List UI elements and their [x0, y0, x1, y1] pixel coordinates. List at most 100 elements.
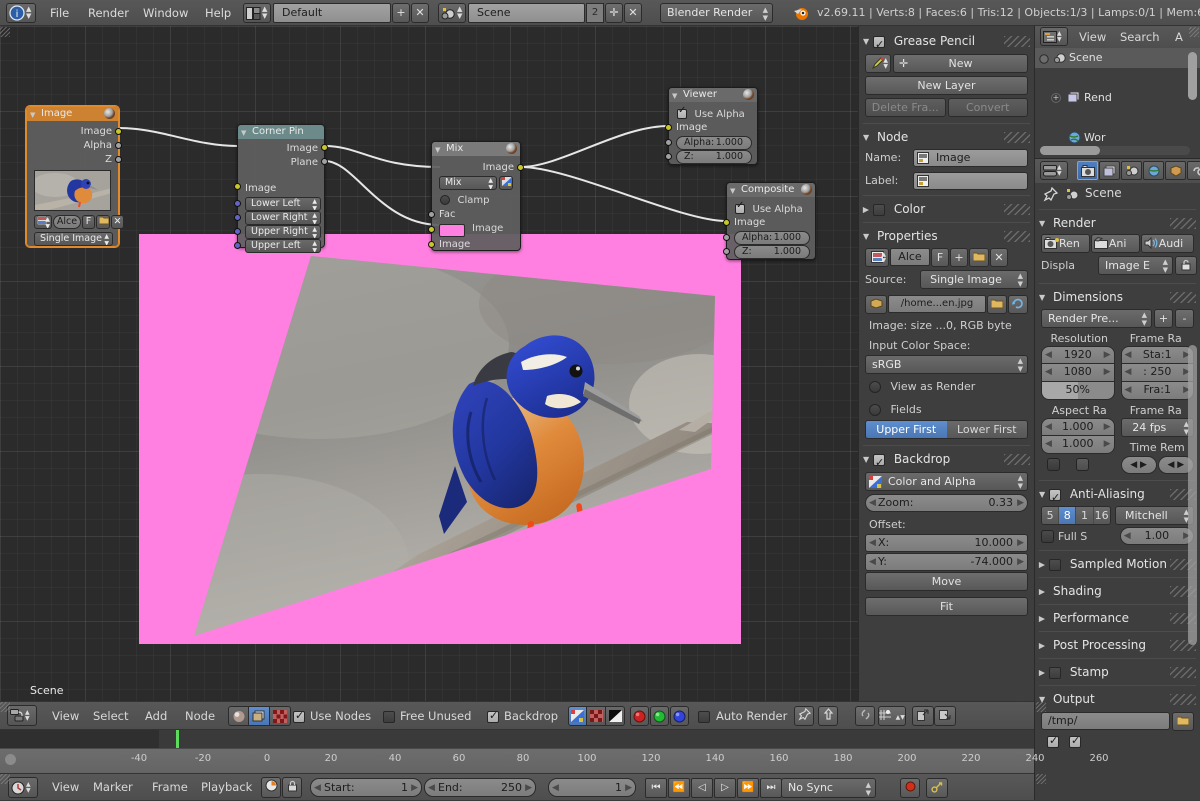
screen-layout-name[interactable]: Default: [273, 3, 391, 23]
outliner-menu-search[interactable]: Search: [1120, 26, 1160, 48]
panel-backdrop[interactable]: ▼ Backdrop: [859, 448, 1034, 474]
socket-plane-out[interactable]: [321, 158, 328, 165]
menu-render[interactable]: Render: [88, 0, 129, 26]
link-icon[interactable]: [855, 706, 875, 726]
z-icon[interactable]: [606, 706, 625, 726]
backdrop-fit-button[interactable]: Fit: [865, 597, 1028, 616]
free-unused-checkbox[interactable]: [383, 710, 395, 723]
resolution-y-field[interactable]: ◀ 1080 ▶: [1041, 364, 1115, 382]
grease-pencil-icon[interactable]: ▲ ▼: [865, 54, 891, 73]
panel-properties[interactable]: ▼ Properties: [859, 225, 1034, 247]
jump-end-icon[interactable]: ⏭: [760, 778, 782, 798]
blend-mode-dropdown[interactable]: Mix ▲ ▼: [439, 176, 497, 190]
area-corner-grip[interactable]: [0, 27, 10, 37]
folder-icon[interactable]: [1172, 712, 1194, 731]
upper-first-option[interactable]: Upper First: [866, 421, 947, 438]
output-path-field[interactable]: /tmp/: [1041, 712, 1170, 730]
panel-render[interactable]: ▼ Render: [1035, 212, 1200, 234]
socket-image-in[interactable]: [234, 183, 241, 190]
input-upper-left[interactable]: Upper Left ▲ ▼: [245, 239, 321, 253]
node-header[interactable]: ▼ Corner Pin: [238, 125, 324, 139]
new-grease-pencil-button[interactable]: ✛ New: [893, 54, 1028, 73]
backdrop-channel-dropdown[interactable]: Color and Alpha ▲ ▼: [865, 472, 1028, 491]
socket-upper-left[interactable]: [234, 242, 241, 249]
view-as-render-row[interactable]: View as Render: [869, 380, 1034, 393]
paste-icon[interactable]: [934, 706, 956, 726]
frame-end-field[interactable]: ◀ End: 250 ▶: [424, 778, 536, 797]
image-filepath-row[interactable]: /home...en.jpg: [865, 295, 1028, 314]
frame-start-field[interactable]: ◀ Sta:1 ▶: [1120, 346, 1194, 364]
panel-stamp[interactable]: ▼ Stamp: [1035, 661, 1200, 683]
render-tab-icon[interactable]: [1077, 161, 1098, 180]
socket-image2-in[interactable]: [428, 241, 435, 248]
renderlayers-tab-icon[interactable]: [1099, 161, 1120, 180]
collapse-triangle-icon[interactable]: ▼: [1039, 287, 1045, 309]
outliner-menu-view[interactable]: View: [1079, 26, 1106, 48]
resolution-x-field[interactable]: ◀ 1920 ▶: [1041, 346, 1115, 364]
node-corner-pin[interactable]: ▼ Corner Pin Image Plane Image Lower Lef…: [234, 124, 328, 253]
socket-alpha-out[interactable]: [115, 142, 122, 149]
outliner-icon[interactable]: ▲ ▼: [1040, 27, 1068, 46]
copy-icon[interactable]: [912, 706, 934, 726]
socket-alpha-in[interactable]: [665, 139, 672, 146]
socket-z-in[interactable]: [665, 153, 672, 160]
chevron-down-icon[interactable]: [1039, 51, 1049, 71]
menu-file[interactable]: File: [50, 0, 69, 26]
blue-channel-icon[interactable]: [670, 706, 689, 726]
channel-toggle[interactable]: [568, 706, 625, 726]
socket-fac-in[interactable]: [428, 211, 435, 218]
node-viewer[interactable]: ▼ Viewer ✓ Use Alpha Image Alpha: 1.000 …: [665, 87, 758, 165]
backdrop-move-button[interactable]: Move: [865, 572, 1028, 591]
node-properties-panel[interactable]: ▼ Grease Pencil ▲▼ ✛ New New Layer Delet…: [858, 26, 1034, 701]
collapse-triangle-icon[interactable]: ▼: [672, 90, 677, 103]
mix-color-swatch[interactable]: [439, 224, 465, 237]
node-composite[interactable]: ▼ Composite ✓ Use Alpha Image Alpha: 1.0…: [723, 182, 816, 260]
timeline-icon[interactable]: ▲ ▼: [8, 777, 38, 798]
play-icon[interactable]: ▷: [714, 778, 736, 798]
clamp-row[interactable]: Clamp: [440, 193, 489, 206]
image-source-dropdown[interactable]: Single Image ▲ ▼: [920, 270, 1028, 289]
render-preset-dropdown[interactable]: Render Pre... ▲ ▼: [1041, 309, 1152, 328]
socket-image-in[interactable]: [723, 219, 730, 226]
collapse-triangle-icon[interactable]: ▼: [435, 144, 440, 157]
render-preset-row[interactable]: Render Pre... ▲ ▼ + -: [1041, 309, 1194, 328]
outliner-filter-text[interactable]: A: [1175, 26, 1183, 48]
compositing-icon[interactable]: [249, 706, 270, 726]
timeline-ruler[interactable]: -40 -20 0 20 40 60 80 100 120 140 160 18…: [0, 748, 1109, 774]
new-layer-button[interactable]: New Layer: [865, 76, 1028, 95]
image-filepath-field[interactable]: /home...en.jpg: [888, 295, 986, 313]
outliner-vscroll-thumb[interactable]: [1188, 52, 1197, 100]
socket-image-out[interactable]: [517, 164, 524, 171]
add-preset-button[interactable]: +: [1154, 309, 1173, 328]
gp-actions-row[interactable]: Delete Fra... Convert: [865, 98, 1028, 117]
color-alpha-icon[interactable]: [568, 706, 587, 726]
area-corner-grip[interactable]: [1189, 27, 1199, 37]
playback-transport[interactable]: ⏮ ⏪ ◁ ▷ ⏩ ⏭: [645, 778, 782, 798]
node-menu-node[interactable]: Node: [185, 702, 215, 730]
current-frame-field[interactable]: ◀ 1 ▶: [548, 778, 636, 797]
next-keyframe-icon[interactable]: ⏩: [737, 778, 759, 798]
border-checkbox[interactable]: [1047, 458, 1060, 471]
aa-sample-8[interactable]: 8: [1059, 507, 1077, 524]
aa-full-sample-row[interactable]: Full S ◀ 1.00 ▶: [1041, 527, 1194, 545]
use-alpha-checkbox[interactable]: ✓: [735, 200, 745, 214]
output-path-row[interactable]: /tmp/: [1041, 712, 1194, 731]
grease-pencil-new-row[interactable]: ▲ ▼ ✛ New: [865, 54, 1028, 73]
panel-node[interactable]: ▼ Node: [859, 126, 1034, 148]
timeline-menu-view[interactable]: View: [52, 774, 79, 801]
scene-datablock-icon[interactable]: ▲ ▼: [438, 3, 466, 23]
menu-help[interactable]: Help: [205, 0, 231, 26]
delete-screen-button[interactable]: ✕: [411, 3, 429, 23]
aa-sample-1[interactable]: 1: [1076, 507, 1094, 524]
keyingset-icon[interactable]: [926, 778, 948, 798]
fields-row[interactable]: Fields: [869, 403, 1034, 416]
scene-tab-icon[interactable]: [1121, 161, 1142, 180]
file-extensions-toggle[interactable]: [1069, 734, 1081, 748]
panel-performance[interactable]: ▼ Performance: [1035, 607, 1200, 629]
properties-tabs[interactable]: [1077, 161, 1200, 180]
frame-step-field[interactable]: ◀ Fra:1 ▶: [1120, 382, 1194, 400]
socket-z-out[interactable]: [115, 156, 122, 163]
expand-icon[interactable]: +: [1051, 93, 1061, 103]
socket-image-out[interactable]: [321, 144, 328, 151]
socket-upper-right[interactable]: [234, 228, 241, 235]
